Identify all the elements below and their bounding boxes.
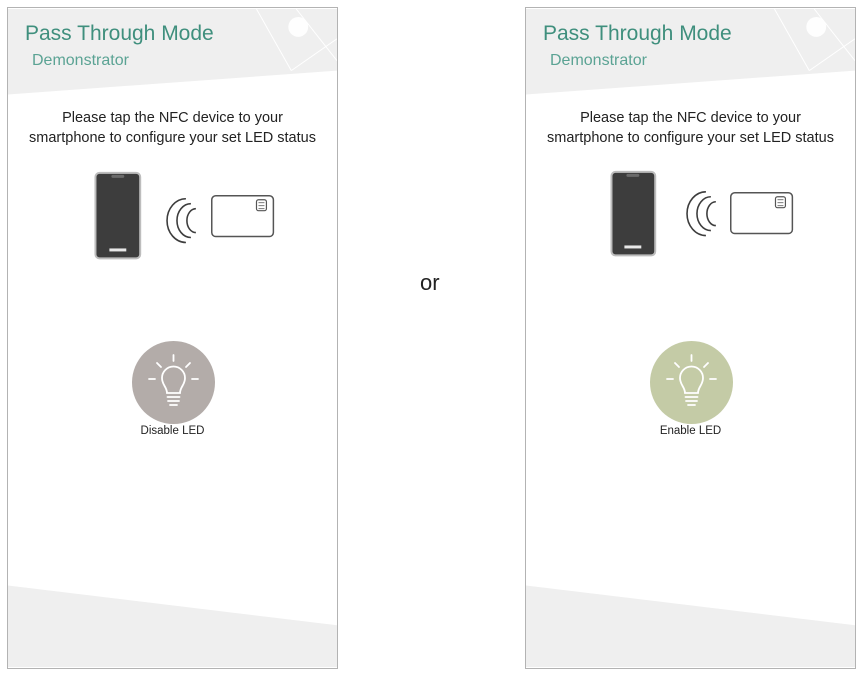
smartphone-icon [610,170,657,257]
enable-led-button[interactable] [650,341,733,424]
nfc-illustration [610,170,794,257]
nfc-card-icon [211,195,275,238]
phone-screen-enable: Pass Through Mode Demonstrator Please ta… [525,7,856,669]
led-button-label: Enable LED [659,425,722,437]
nfc-illustration [94,171,275,260]
led-button-label: Disable LED [140,425,205,437]
nfc-waves-icon [166,197,196,244]
separator-or: or [420,270,440,295]
nfc-waves-icon [686,190,716,237]
smartphone-icon [94,171,142,260]
phone-screen-disable: Pass Through Mode Demonstrator Please ta… [7,7,338,669]
nfc-card-icon [730,192,794,235]
disable-led-button[interactable] [132,341,215,424]
